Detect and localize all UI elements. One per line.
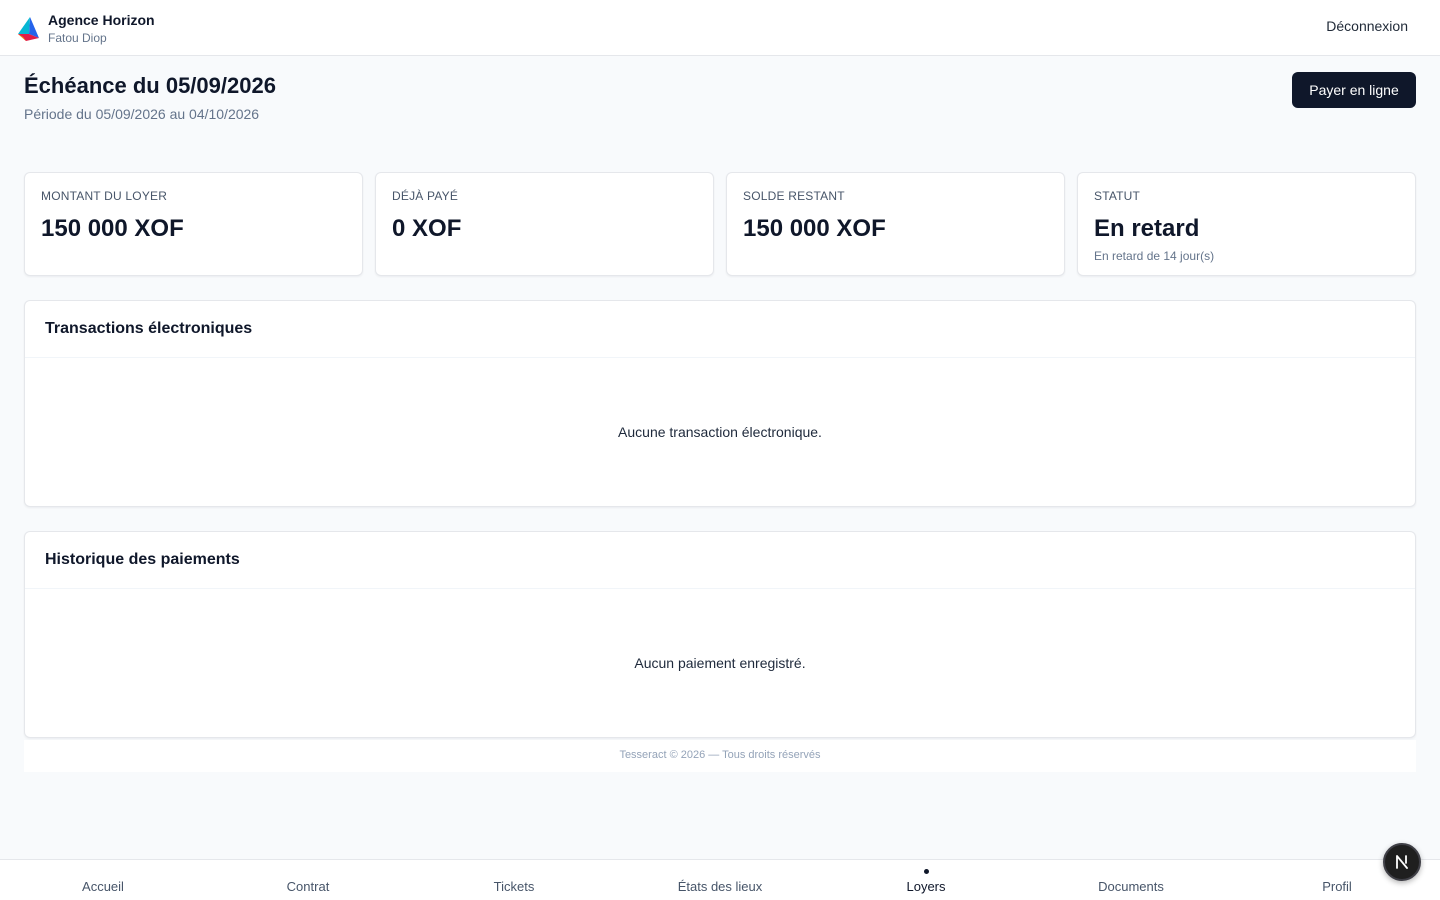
nav-label: Loyers [906, 879, 946, 894]
nav-label: États des lieux [677, 879, 763, 894]
status-label: STATUT [1094, 189, 1141, 203]
page-title: Échéance du 05/09/2026 [24, 73, 276, 98]
already-paid-label: DÉJÀ PAYÉ [392, 189, 459, 203]
active-indicator [718, 869, 723, 874]
nav-item-tickets[interactable]: Tickets [434, 860, 594, 900]
remaining-balance-label: SOLDE RESTANT [743, 189, 845, 203]
agency-name: Agence Horizon [48, 12, 155, 28]
nav-item-contrat[interactable]: Contrat [228, 860, 388, 900]
active-indicator [512, 869, 517, 874]
footer-copyright: Tesseract © 2026 — Tous droits réservés [24, 740, 1416, 772]
rent-amount-value: 150 000 XOF [41, 215, 184, 242]
status-value: En retard [1094, 215, 1200, 242]
bottom-nav: Accueil Contrat Tickets États des lieux … [0, 859, 1440, 900]
remaining-balance-card: SOLDE RESTANT 150 000 XOF [726, 172, 1065, 276]
active-indicator [923, 869, 929, 874]
nav-label: Accueil [82, 879, 124, 894]
rent-amount-card: MONTANT DU LOYER 150 000 XOF [24, 172, 363, 276]
remaining-balance-value: 150 000 XOF [743, 215, 886, 242]
top-bar: Agence Horizon Fatou Diop Déconnexion [0, 0, 1440, 56]
active-indicator [1129, 869, 1134, 874]
active-indicator [1335, 869, 1340, 874]
logout-button[interactable]: Déconnexion [1326, 18, 1408, 34]
nav-label: Profil [1322, 879, 1352, 894]
status-card: STATUT En retard En retard de 14 jour(s) [1077, 172, 1416, 276]
active-indicator [101, 869, 106, 874]
rent-amount-label: MONTANT DU LOYER [41, 189, 168, 203]
empty-state: Aucune transaction électronique. [618, 424, 822, 440]
active-indicator [306, 869, 311, 874]
pay-online-button[interactable]: Payer en ligne [1292, 72, 1416, 108]
nav-item-etats-des-lieux[interactable]: États des lieux [640, 860, 800, 900]
section-title: Transactions électroniques [45, 320, 253, 337]
nav-item-accueil[interactable]: Accueil [23, 860, 183, 900]
status-note: En retard de 14 jour(s) [1094, 249, 1215, 263]
nav-item-loyers[interactable]: Loyers [846, 860, 1006, 900]
user-name: Fatou Diop [48, 31, 107, 45]
empty-state: Aucun paiement enregistré. [634, 655, 806, 671]
electronic-transactions-section: Transactions électroniques Aucune transa… [24, 300, 1416, 507]
next-logo-icon [1396, 855, 1408, 869]
already-paid-card: DÉJÀ PAYÉ 0 XOF [375, 172, 714, 276]
section-title: Historique des paiements [45, 551, 240, 568]
section-header: Transactions électroniques [25, 301, 1415, 358]
agency-logo-icon [18, 17, 39, 41]
nav-label: Documents [1098, 879, 1164, 894]
brand[interactable]: Agence Horizon Fatou Diop [16, 12, 155, 46]
payment-history-section: Historique des paiements Aucun paiement … [24, 531, 1416, 738]
nav-label: Tickets [493, 879, 535, 894]
dev-tools-button[interactable] [1383, 843, 1421, 881]
nav-label: Contrat [286, 879, 330, 894]
already-paid-value: 0 XOF [392, 215, 462, 242]
nav-item-documents[interactable]: Documents [1051, 860, 1211, 900]
period-subtitle: Période du 05/09/2026 au 04/10/2026 [24, 106, 260, 122]
section-header: Historique des paiements [25, 532, 1415, 589]
